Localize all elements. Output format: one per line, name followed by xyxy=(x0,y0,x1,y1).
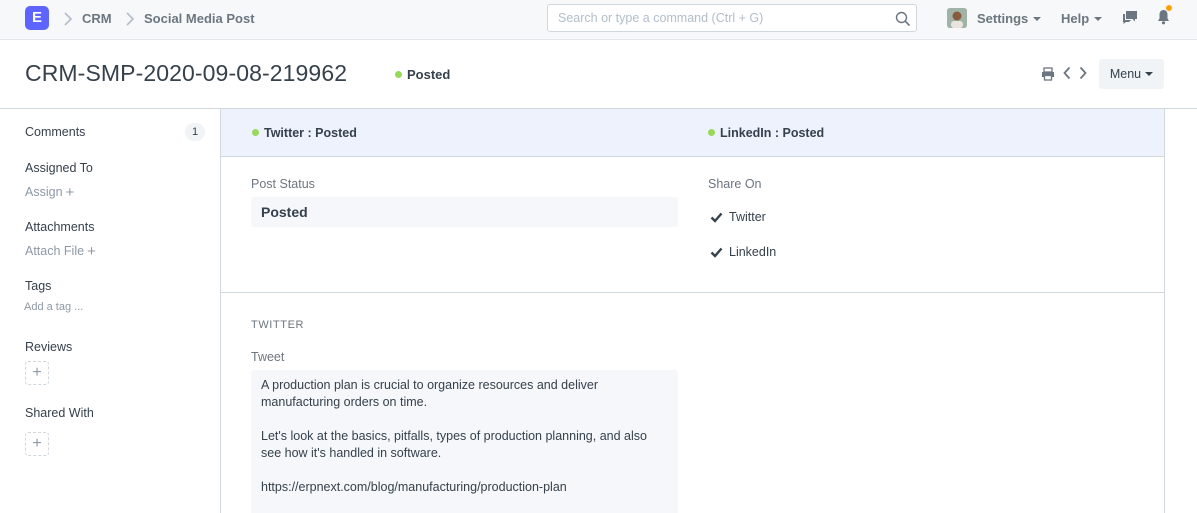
chat-icon[interactable] xyxy=(1122,10,1138,30)
caret-down-icon xyxy=(1033,16,1042,21)
linkedin-status: LinkedIn : Posted xyxy=(708,126,824,140)
share-twitter-checkbox[interactable]: Twitter xyxy=(710,210,766,224)
post-status-strip: Twitter : Posted LinkedIn : Posted xyxy=(221,109,1164,157)
reviews-label: Reviews xyxy=(25,340,73,354)
avatar[interactable] xyxy=(947,8,967,28)
add-review-button[interactable]: + xyxy=(25,361,49,385)
breadcrumb-crm[interactable]: CRM xyxy=(82,11,112,26)
comments-count-badge: 1 xyxy=(185,123,205,141)
assigned-to-label: Assigned To xyxy=(25,161,93,175)
green-dot-icon xyxy=(252,129,259,137)
app-logo[interactable]: E xyxy=(25,6,49,30)
attach-file-link[interactable]: Attach File + xyxy=(25,243,96,260)
share-twitter-label: Twitter xyxy=(729,210,766,224)
linkedin-status-label: LinkedIn : Posted xyxy=(720,126,825,140)
tags-label: Tags xyxy=(25,279,52,293)
help-label: Help xyxy=(1061,11,1090,26)
twitter-section-heading: TWITTER xyxy=(251,319,305,331)
menu-button[interactable]: Menu xyxy=(1099,59,1164,89)
chevron-right-icon xyxy=(62,10,74,28)
menu-label: Menu xyxy=(1109,67,1142,81)
status-label: Posted xyxy=(407,67,451,82)
plus-icon: + xyxy=(87,243,96,260)
section-divider xyxy=(221,292,1164,293)
status-badge: Posted xyxy=(395,67,450,82)
settings-label: Settings xyxy=(977,11,1029,26)
plus-icon: + xyxy=(65,184,75,201)
chevron-left-icon[interactable] xyxy=(1062,66,1072,85)
tweet-paragraph: Let's look at the basics, pitfalls, type… xyxy=(261,429,651,460)
shared-with-label: Shared With xyxy=(25,406,94,420)
help-dropdown[interactable]: Help xyxy=(1061,11,1103,26)
awesome-bar xyxy=(547,4,917,32)
tweet-label: Tweet xyxy=(251,350,285,364)
search-icon[interactable] xyxy=(895,11,911,32)
twitter-status-label: Twitter : Posted xyxy=(264,126,357,140)
assign-link-label: Assign xyxy=(25,185,63,199)
comments-label[interactable]: Comments xyxy=(25,125,85,139)
add-tag-input[interactable]: Add a tag ... xyxy=(24,301,83,313)
check-icon xyxy=(710,212,723,223)
breadcrumb-social-media-post[interactable]: Social Media Post xyxy=(144,11,255,26)
assign-link[interactable]: Assign + xyxy=(25,184,74,201)
tweet-link: https://erpnext.com/blog/manufacturing/p… xyxy=(261,480,567,494)
green-dot-icon xyxy=(395,71,402,79)
check-icon xyxy=(710,247,723,258)
printer-icon[interactable] xyxy=(1041,67,1055,86)
bell-icon[interactable] xyxy=(1157,9,1170,30)
share-linkedin-checkbox[interactable]: LinkedIn xyxy=(710,245,776,259)
attach-file-label: Attach File xyxy=(25,244,85,258)
post-status-field: Posted xyxy=(251,197,678,227)
post-status-label: Post Status xyxy=(251,177,315,191)
notification-dot xyxy=(1166,5,1172,11)
green-dot-icon xyxy=(708,129,715,137)
tweet-field: A production plan is crucial to organize… xyxy=(251,370,678,513)
settings-dropdown[interactable]: Settings xyxy=(977,11,1042,26)
search-input[interactable] xyxy=(548,5,878,31)
add-share-button[interactable]: + xyxy=(25,432,49,456)
chevron-right-icon[interactable] xyxy=(1078,66,1088,85)
share-linkedin-label: LinkedIn xyxy=(729,245,777,259)
share-on-label: Share On xyxy=(708,177,762,191)
twitter-status: Twitter : Posted xyxy=(252,126,357,140)
chevron-right-icon xyxy=(124,10,136,28)
caret-down-icon xyxy=(1094,16,1103,21)
tweet-paragraph: A production plan is crucial to organize… xyxy=(261,378,602,409)
navbar: E CRM Social Media Post Settings Help xyxy=(0,0,1197,40)
page-title: CRM-SMP-2020-09-08-219962 xyxy=(25,60,348,86)
caret-down-icon xyxy=(1145,71,1154,76)
attachments-label: Attachments xyxy=(25,220,95,234)
